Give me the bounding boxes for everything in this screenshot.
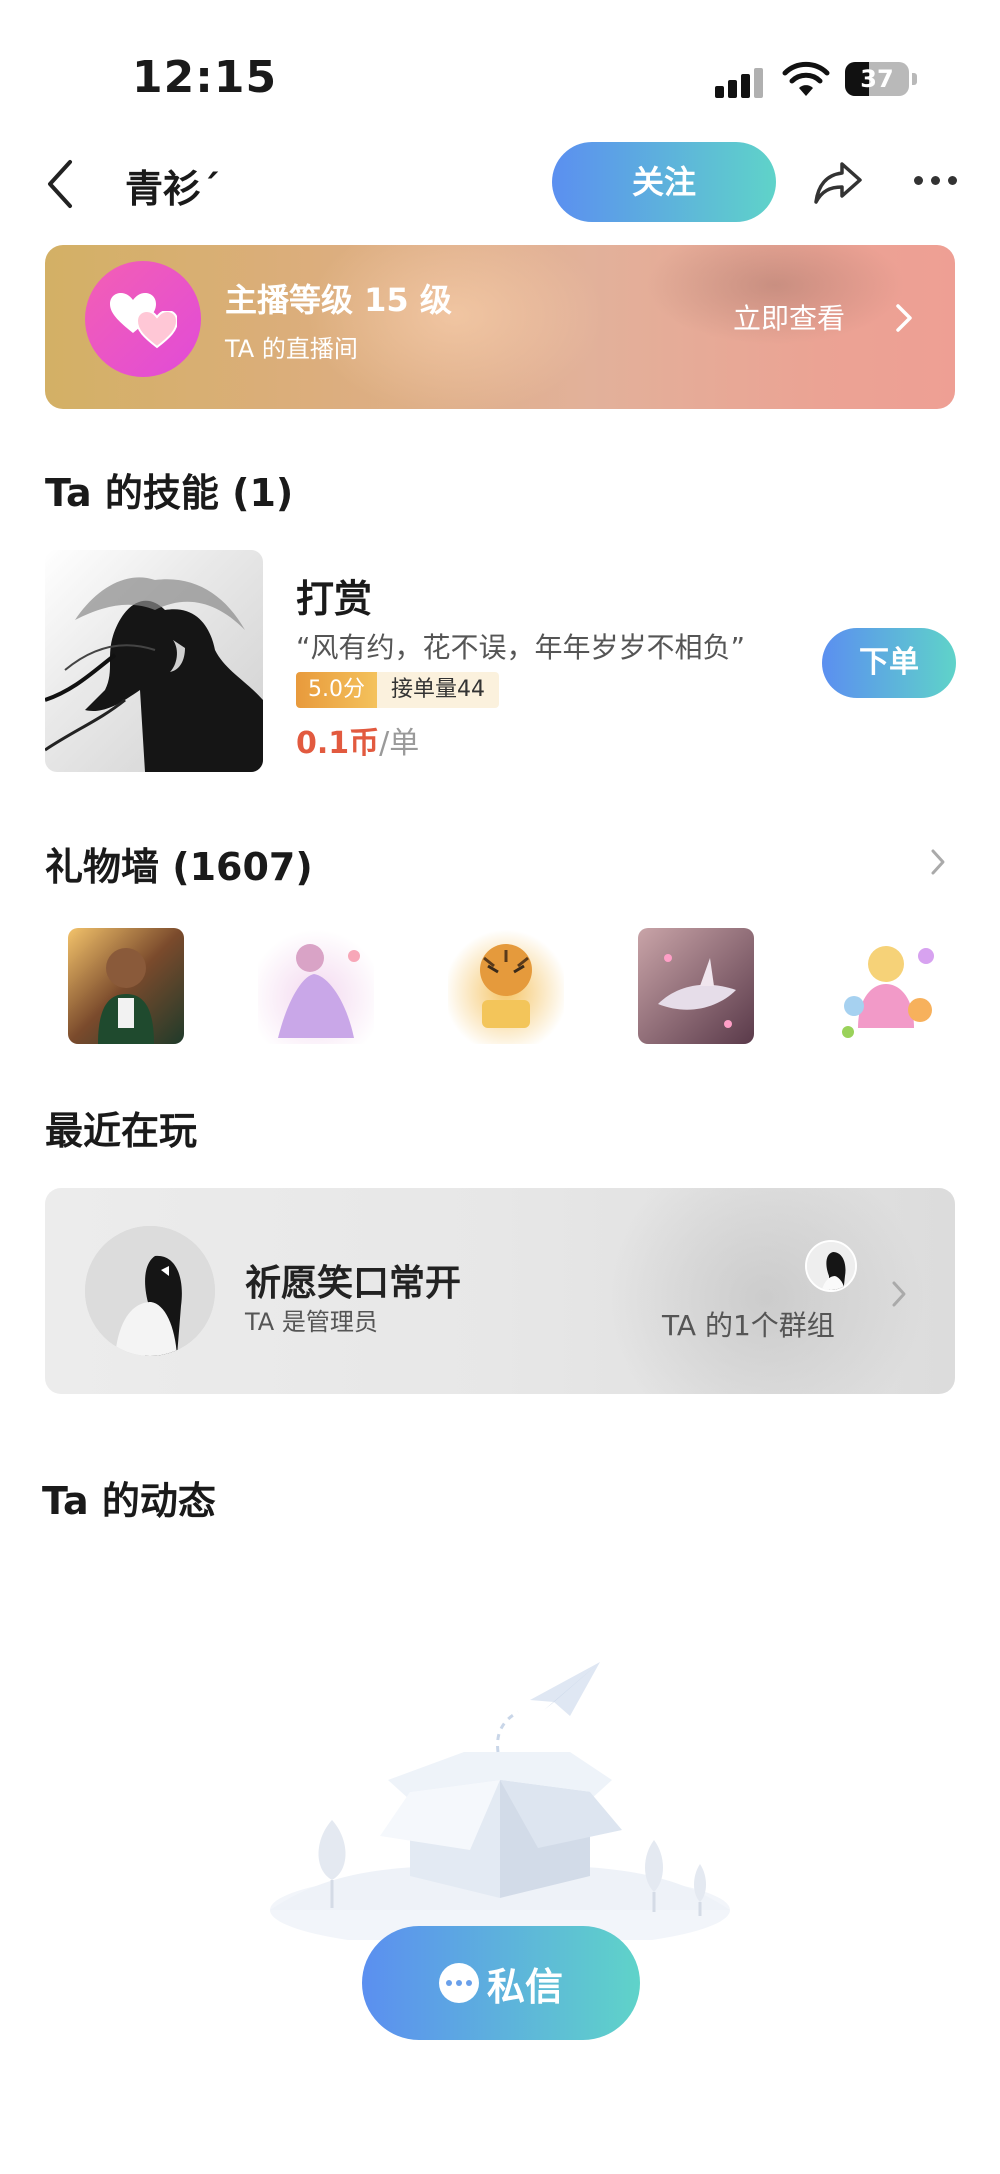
skill-price: 0.1币/单 [296,718,419,762]
price-value: 0.1币 [296,726,380,761]
top-nav: 青衫´ 关注 [0,140,1000,230]
live-room-subtitle: TA 的直播间 [225,335,358,363]
gift-item[interactable] [68,928,184,1044]
battery-icon: 37 [845,62,909,96]
group-avatar [85,1226,215,1356]
group-name: 祈愿笑口常开 [245,1263,462,1304]
live-level-heart-icon [85,261,201,377]
chevron-right-icon [896,304,912,332]
battery-tip [912,73,917,85]
rating-badge: 5.0分 [296,672,377,708]
more-options-icon[interactable] [914,176,958,188]
group-role: TA 是管理员 [245,1308,378,1336]
wifi-icon [782,61,830,96]
group-member-avatar [805,1240,857,1292]
gift-item[interactable] [448,928,564,1044]
skills-section-title: Ta 的技能 (1) [45,471,294,515]
skill-name: 打赏 [296,577,373,621]
gift-item[interactable] [638,928,754,1044]
battery-level: 37 [860,65,894,93]
profile-name: 青衫´ [125,167,221,211]
live-room-banner[interactable]: 主播等级 15 级 TA 的直播间 立即查看 [45,245,955,409]
chevron-right-icon[interactable] [930,848,946,876]
chevron-right-icon [892,1281,906,1307]
empty-box-illustration [270,1662,730,1940]
private-message-label: 私信 [486,1964,563,2009]
gift-item[interactable] [828,928,944,1044]
recent-group-card[interactable]: 祈愿笑口常开 TA 是管理员 TA 的1个群组 [45,1188,955,1394]
follow-button[interactable]: 关注 [552,142,776,222]
view-now-link[interactable]: 立即查看 [733,297,845,337]
place-order-button[interactable]: 下单 [822,628,956,698]
share-icon[interactable] [812,158,864,206]
back-arrow-icon[interactable] [42,156,82,212]
recent-section-title: 最近在玩 [45,1109,198,1153]
skill-description: “风有约，花不误，年年岁岁不相负” [296,631,746,664]
skill-image[interactable] [45,550,263,772]
feed-section-title: Ta 的动态 [42,1479,216,1523]
gift-wall-title: 礼物墙 (1607) [45,845,313,889]
skill-badges: 5.0分 接单量44 [296,672,499,708]
chat-bubble-icon [438,1963,479,2003]
anchor-level-title: 主播等级 15 级 [225,281,452,319]
cellular-signal-icon [715,64,767,98]
private-message-button[interactable]: 私信 [362,1926,640,2040]
status-bar: 12:15 37 [0,0,1000,130]
group-count: TA 的1个群组 [662,1309,835,1342]
order-count-badge: 接单量44 [377,672,499,708]
status-time: 12:15 [132,52,278,103]
gift-list [68,928,948,1046]
gift-item[interactable] [258,928,374,1044]
price-unit: /单 [379,726,420,761]
